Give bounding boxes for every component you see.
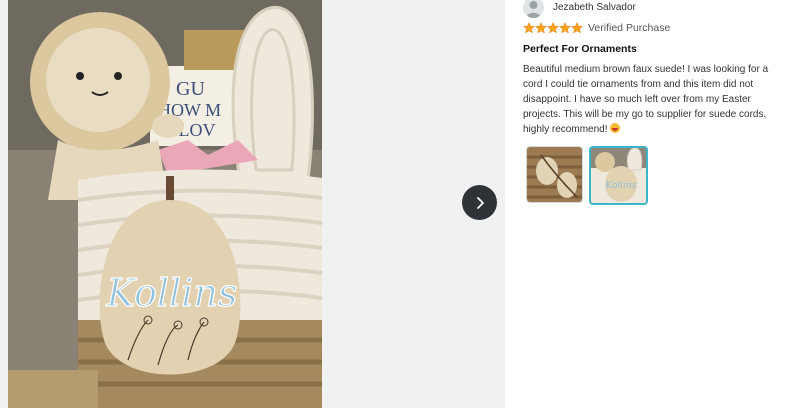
star-icon [547,22,559,34]
thumbnail-tag-name: Kollins [605,181,637,191]
review-text: Beautiful medium brown faux suede! I was… [523,64,769,135]
review-photo: GU HOW M I LOV Kollins [8,0,322,408]
image-viewer: GU HOW M I LOV Kollins [0,0,505,408]
review-rating: Verified Purchase [523,22,670,34]
avatar-icon [523,0,544,18]
review-image-thumbnail-2[interactable]: Kollins [589,146,648,205]
reviewer: Jezabeth Salvador [523,0,636,18]
chevron-right-icon [476,196,484,209]
smiling-face-icon [610,123,621,133]
star-icon [523,22,535,34]
review-panel: Jezabeth Salvador Verified Purchase Perf… [505,0,800,408]
tag-name: Kollins [106,271,238,315]
next-image-button[interactable] [462,185,497,220]
star-icon [559,22,571,34]
star-icon [535,22,547,34]
star-rating [523,22,583,34]
reviewer-name[interactable]: Jezabeth Salvador [553,2,636,13]
review-title: Perfect For Ornaments [523,43,637,55]
review-image-thumbnail-1[interactable] [526,146,583,203]
verified-purchase-badge: Verified Purchase [588,22,671,34]
review-body: Beautiful medium brown faux suede! I was… [523,62,785,137]
book-text-1: GU [176,78,205,100]
star-icon [571,22,583,34]
